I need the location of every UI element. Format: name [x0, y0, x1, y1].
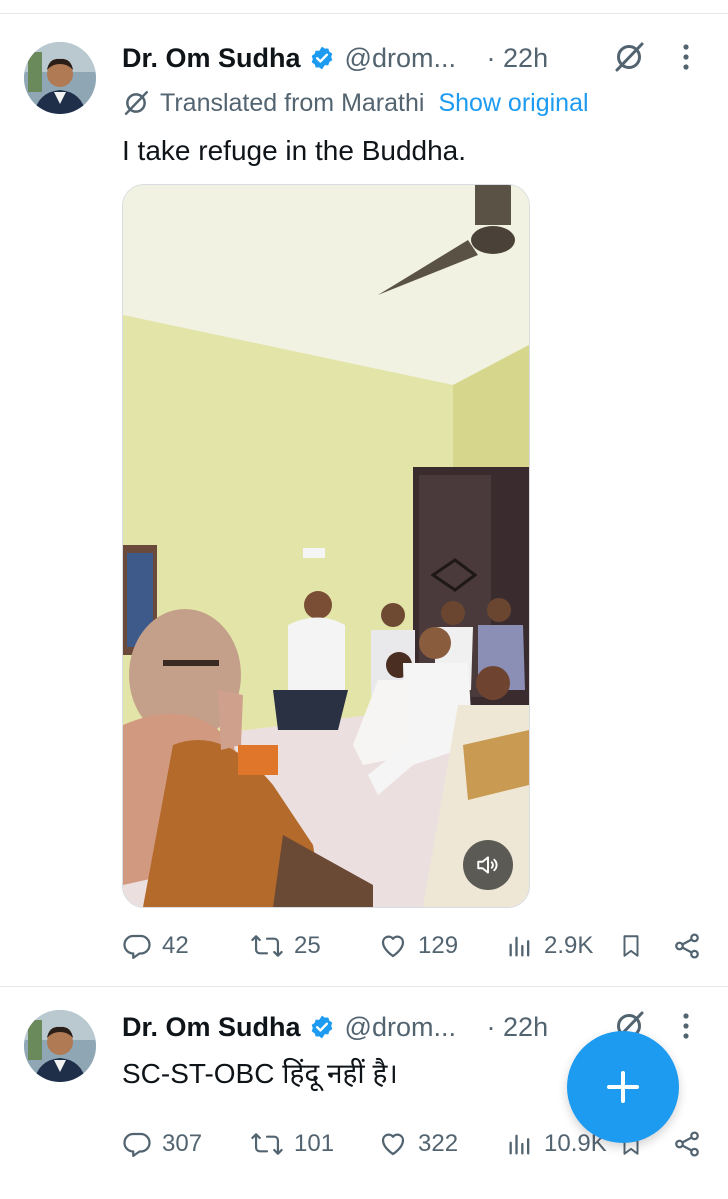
views-icon — [509, 1134, 530, 1155]
avatar[interactable] — [24, 1010, 96, 1082]
tweet-time[interactable]: · 22h — [487, 1012, 549, 1043]
heart-icon — [381, 1133, 405, 1156]
like-count: 322 — [418, 1130, 459, 1157]
compose-button[interactable] — [567, 1031, 679, 1143]
author-handle[interactable]: @drom... — [345, 1012, 475, 1043]
share-button[interactable] — [672, 1124, 712, 1164]
reply-count: 307 — [162, 1130, 203, 1157]
repost-icon — [251, 1133, 283, 1155]
tweet-text: SC-ST-OBC हिंदू नहीं है। — [122, 1058, 398, 1089]
like-button[interactable]: 322 — [378, 1124, 458, 1164]
reply-button[interactable]: 307 — [122, 1124, 202, 1164]
verified-badge-icon — [309, 1014, 335, 1040]
repost-button[interactable]: 101 — [250, 1124, 334, 1164]
tweet-2[interactable]: Dr. Om Sudha @drom... · 22h SC-ST-OBC हि… — [0, 0, 728, 1199]
share-icon — [675, 1131, 699, 1157]
more-vertical-icon[interactable] — [676, 1009, 696, 1043]
author-name[interactable]: Dr. Om Sudha — [122, 1012, 301, 1043]
reply-icon — [123, 1132, 151, 1157]
repost-count: 101 — [294, 1130, 335, 1157]
plus-icon — [607, 1071, 639, 1103]
